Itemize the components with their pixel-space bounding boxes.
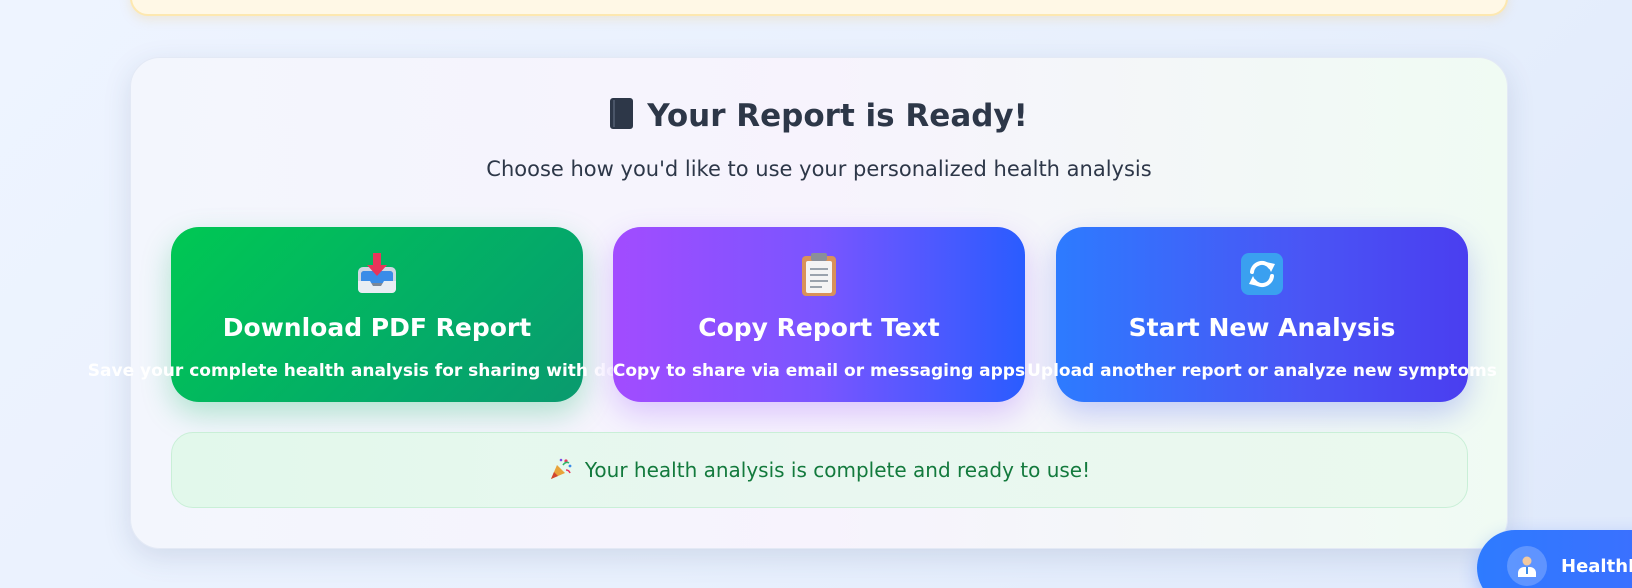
analysis-complete-banner: Your health analysis is complete and rea… <box>171 432 1468 508</box>
copy-report-text-button[interactable]: Copy Report Text Copy to share via email… <box>613 227 1025 402</box>
book-icon <box>610 98 634 129</box>
report-title: Your Report is Ready! <box>131 98 1507 134</box>
copy-report-description: Copy to share via email or messaging app… <box>612 361 1026 381</box>
inbox-download-icon <box>358 253 396 293</box>
chat-button-label: HealthM <box>1561 556 1632 577</box>
start-new-analysis-description: Upload another report or analyze new sym… <box>1027 361 1497 381</box>
report-title-text: Your Report is Ready! <box>647 98 1028 134</box>
refresh-icon <box>1241 253 1283 295</box>
party-popper-icon <box>550 458 572 479</box>
report-ready-card: Your Report is Ready! Choose how you'd l… <box>88 57 1508 549</box>
analysis-complete-message: Your health analysis is complete and rea… <box>584 458 1091 482</box>
download-pdf-title: Download PDF Report <box>222 313 532 342</box>
start-new-analysis-button[interactable]: Start New Analysis Upload another report… <box>1027 227 1497 402</box>
report-subtitle: Choose how you'd like to use your person… <box>486 157 1152 181</box>
doctor-avatar-icon <box>1507 546 1547 586</box>
download-pdf-button[interactable]: Download PDF Report Save your complete h… <box>88 227 666 402</box>
top-banner-card <box>130 0 1508 16</box>
download-pdf-description: Save your complete health analysis for s… <box>87 361 667 381</box>
health-assistant-chat-button[interactable]: HealthM <box>1477 530 1632 588</box>
copy-report-title: Copy Report Text <box>698 313 940 342</box>
start-new-analysis-title: Start New Analysis <box>1128 313 1396 342</box>
clipboard-icon <box>802 253 836 296</box>
